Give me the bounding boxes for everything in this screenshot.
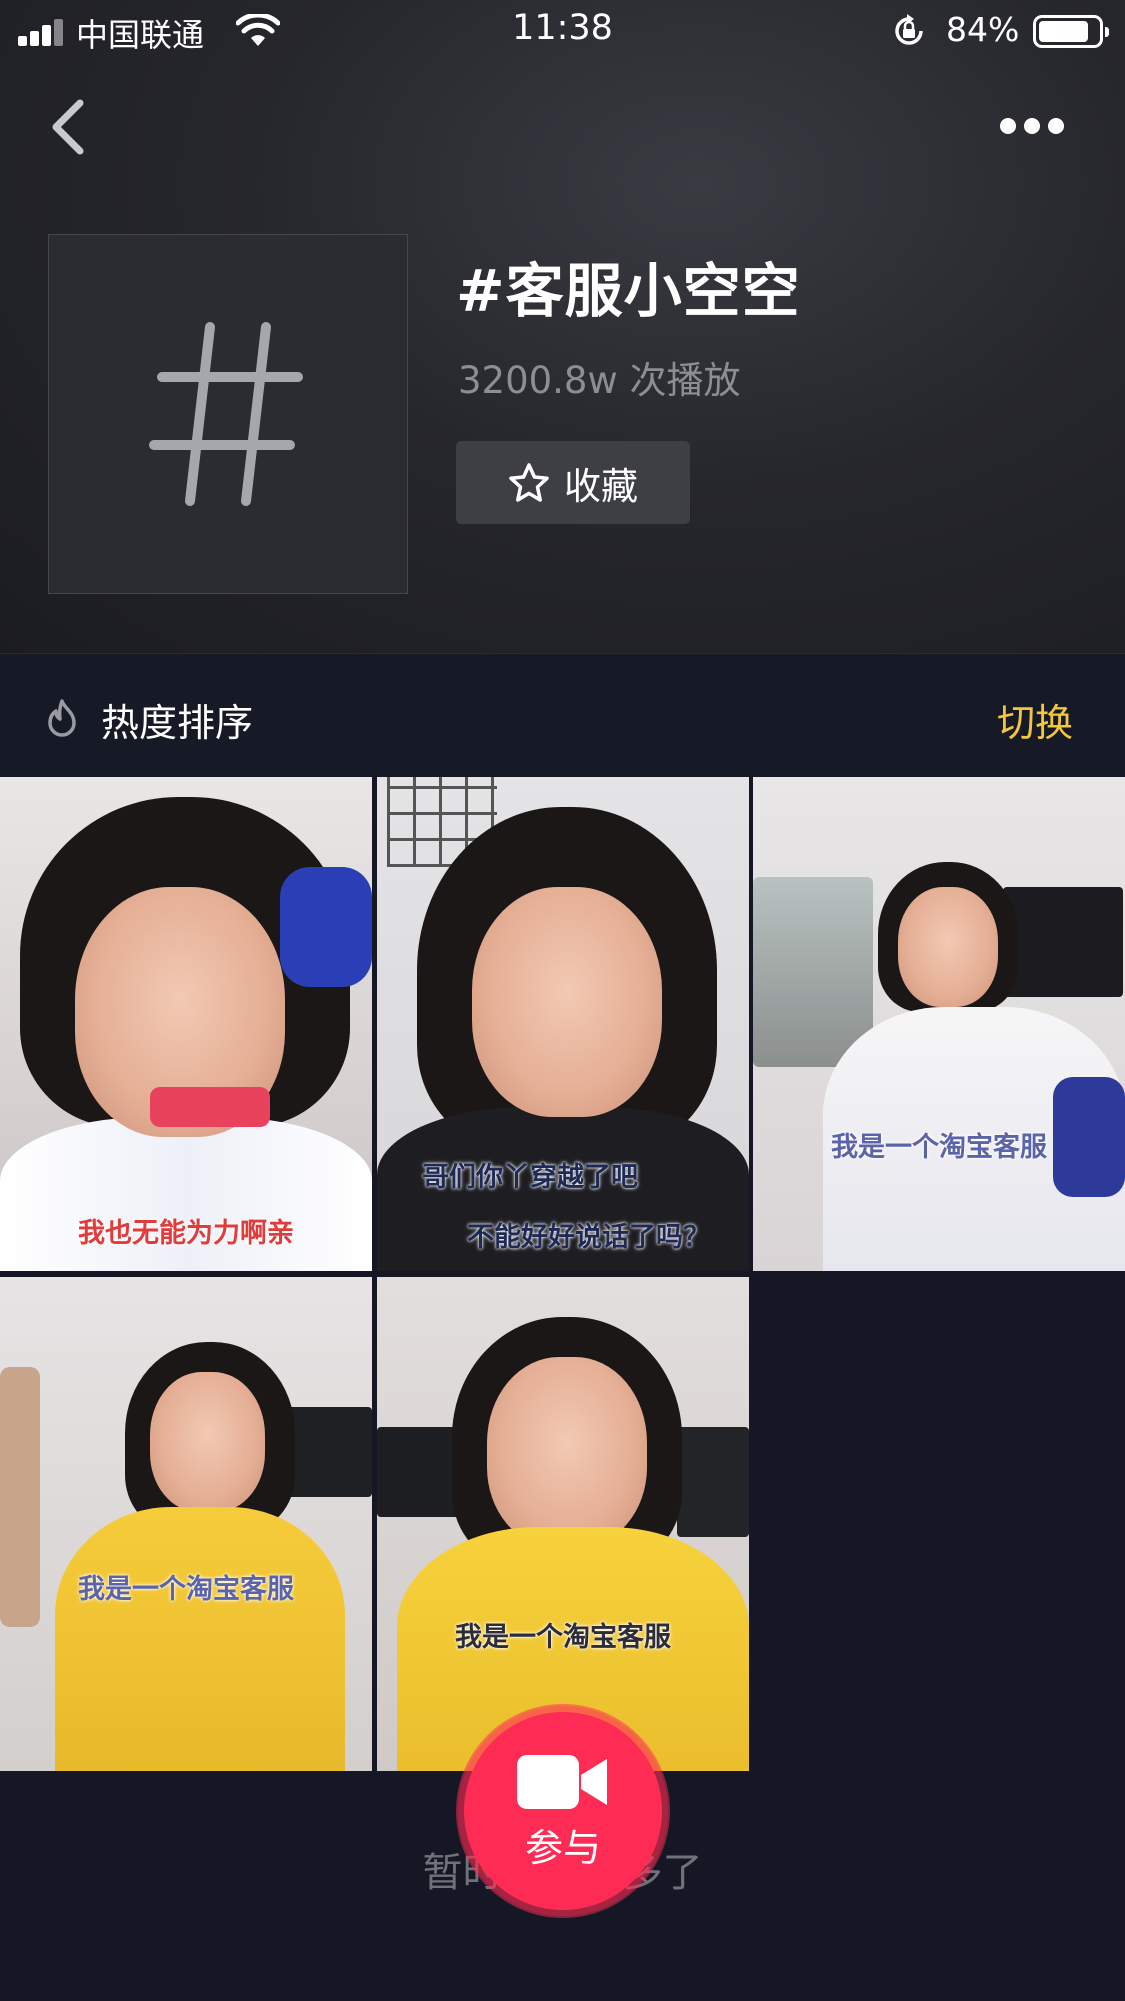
video-camera-icon	[517, 1754, 607, 1809]
video-caption: 我是一个淘宝客服	[455, 1622, 671, 1653]
more-dots-icon	[1000, 118, 1064, 134]
star-outline-icon	[509, 462, 549, 502]
status-bar: 中国联通 11:38 84%	[0, 0, 1125, 62]
back-button[interactable]	[44, 95, 94, 160]
hashtag-page: 中国联通 11:38 84% #客服小空空 3200.8w 次播放 收藏 热度排…	[0, 0, 1125, 2001]
rotation-lock-icon	[895, 14, 923, 45]
more-options-button[interactable]	[996, 106, 1068, 146]
hashtag-header: 中国联通 11:38 84% #客服小空空 3200.8w 次播放 收藏	[0, 0, 1125, 653]
video-caption: 我是一个淘宝客服	[831, 1132, 1047, 1163]
video-thumbnail[interactable]: 我是一个淘宝客服	[753, 777, 1125, 1271]
video-thumbnail[interactable]: 我也无能为力啊亲	[0, 777, 372, 1271]
video-caption: 我是一个淘宝客服	[78, 1574, 294, 1605]
play-count: 3200.8w 次播放	[458, 359, 741, 402]
flame-icon	[48, 699, 76, 737]
video-caption: 我也无能为力啊亲	[78, 1218, 294, 1249]
sort-bar: 热度排序 切换	[0, 653, 1125, 776]
join-label: 参与	[524, 1825, 601, 1870]
hashtag-cover	[48, 234, 408, 594]
hashtag-icon	[149, 322, 303, 506]
join-button[interactable]: 参与	[464, 1712, 662, 1910]
chevron-left-icon	[52, 99, 84, 155]
video-thumbnail[interactable]: 哥们你丫穿越了吧 不能好好说话了吗？	[377, 777, 749, 1271]
favorite-button[interactable]: 收藏	[456, 441, 690, 524]
video-thumbnail[interactable]: 我是一个淘宝客服	[377, 1277, 749, 1771]
hashtag-title: #客服小空空	[456, 257, 801, 325]
video-thumbnail[interactable]: 我是一个淘宝客服	[0, 1277, 372, 1771]
video-caption: 哥们你丫穿越了吧	[422, 1162, 638, 1193]
favorite-label: 收藏	[564, 464, 638, 508]
sort-label: 热度排序	[101, 701, 254, 745]
video-caption-line2: 不能好好说话了吗？	[467, 1222, 710, 1253]
battery-icon	[1033, 15, 1109, 48]
switch-sort-button[interactable]: 切换	[997, 692, 1073, 747]
battery-percent: 84%	[946, 10, 1020, 49]
